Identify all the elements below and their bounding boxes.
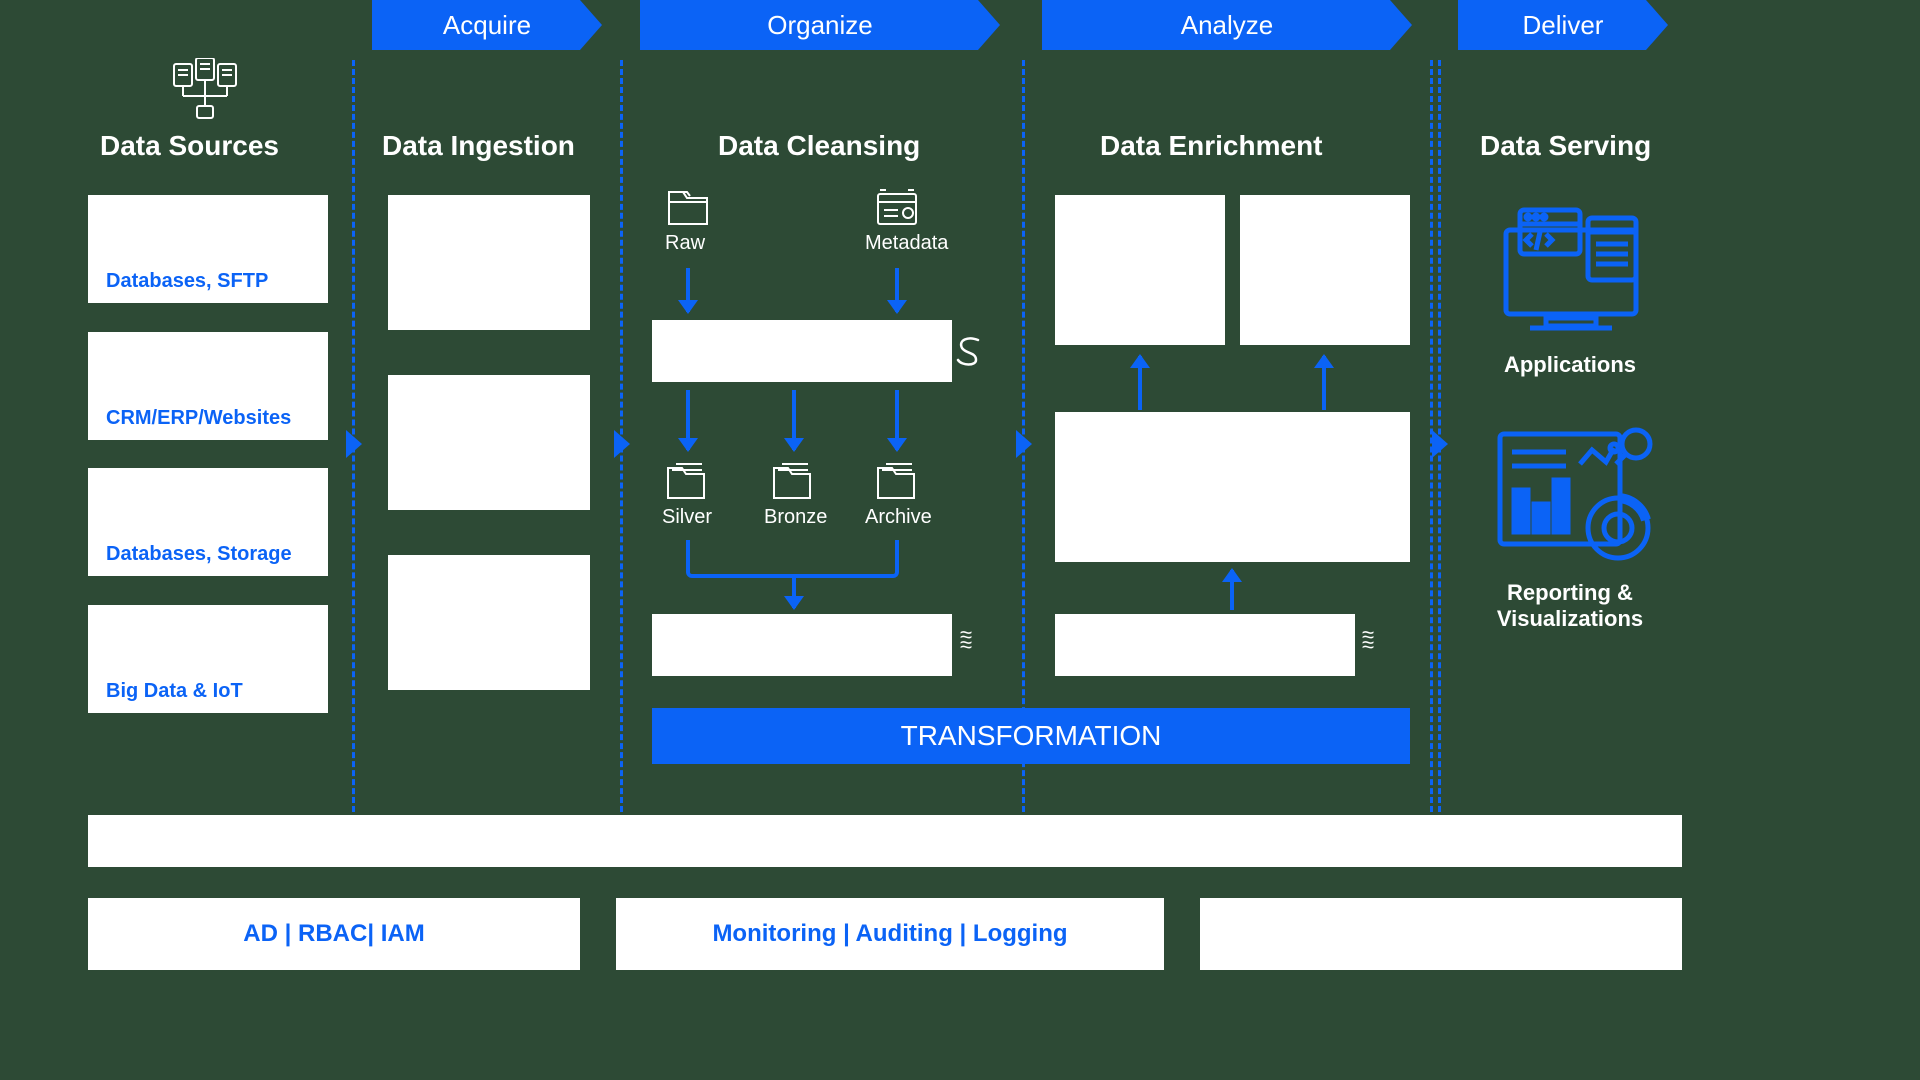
waves-icon: ≈≈ — [1362, 630, 1374, 650]
title-serving: Data Serving — [1480, 130, 1651, 162]
waves-icon: ≈≈ — [564, 652, 576, 672]
flow-arrow-icon — [346, 430, 362, 458]
ingestion-box-2 — [388, 375, 590, 510]
footer-security: AD | RBAC| IAM — [88, 898, 580, 970]
stage-analyze: Analyze — [1042, 0, 1412, 50]
label-applications: Applications — [1470, 352, 1670, 378]
bottom-bar — [88, 815, 1682, 867]
title-ingestion: Data Ingestion — [382, 130, 575, 162]
flow-arrow-icon — [1432, 430, 1448, 458]
label-reporting: Reporting & Visualizations — [1470, 580, 1670, 632]
arrow-up-icon — [1138, 356, 1142, 410]
cleansing-middle-box — [652, 320, 952, 382]
stage-acquire: Acquire — [372, 0, 602, 50]
label-archive: Archive — [865, 506, 932, 529]
label-silver: Silver — [662, 506, 712, 529]
arrow-down-icon — [895, 390, 899, 450]
source-db-sftp: Databases, SFTP — [88, 195, 328, 303]
enrichment-box-tr — [1240, 195, 1410, 345]
arrow-up-icon — [1230, 570, 1234, 610]
waves-icon: ≈≈ — [960, 630, 972, 650]
arrow-down-icon — [686, 390, 690, 450]
folder-icon — [665, 188, 711, 228]
source-db-storage: Databases, Storage — [88, 468, 328, 576]
cleansing-bottom-box — [652, 614, 952, 676]
title-enrichment: Data Enrichment — [1100, 130, 1323, 162]
title-cleansing: Data Cleansing — [718, 130, 920, 162]
label-bronze: Bronze — [764, 506, 827, 529]
label-metadata: Metadata — [865, 232, 948, 255]
arrow-down-icon — [792, 578, 796, 608]
flow-arrow-icon — [1016, 430, 1032, 458]
stage-deliver: Deliver — [1458, 0, 1668, 50]
transformation-bar: TRANSFORMATION — [652, 708, 1410, 764]
flow-arrow-icon — [614, 430, 630, 458]
stage-organize: Organize — [640, 0, 1000, 50]
footer-empty — [1200, 898, 1682, 970]
enrichment-box-tl — [1055, 195, 1225, 345]
applications-icon — [1486, 200, 1656, 340]
arrow-down-icon — [895, 268, 899, 312]
enrichment-box-bottom — [1055, 614, 1355, 676]
label-raw: Raw — [665, 232, 705, 255]
folder-stack-icon — [662, 460, 710, 502]
title-sources: Data Sources — [100, 130, 279, 162]
arrow-down-icon — [792, 390, 796, 450]
metadata-icon — [872, 186, 922, 230]
arrow-down-icon — [686, 268, 690, 312]
database-cluster-icon — [170, 58, 240, 120]
reporting-icon — [1486, 420, 1656, 570]
arrow-up-icon — [1322, 356, 1326, 410]
ingestion-box-1 — [388, 195, 590, 330]
enrichment-box-mid — [1055, 412, 1410, 562]
folder-stack-icon — [872, 460, 920, 502]
s-icon — [954, 334, 984, 368]
source-bigdata-iot: Big Data & IoT — [88, 605, 328, 713]
footer-monitoring: Monitoring | Auditing | Logging — [616, 898, 1164, 970]
ingestion-box-3 — [388, 555, 590, 690]
folder-stack-icon — [768, 460, 816, 502]
source-crm-erp: CRM/ERP/Websites — [88, 332, 328, 440]
